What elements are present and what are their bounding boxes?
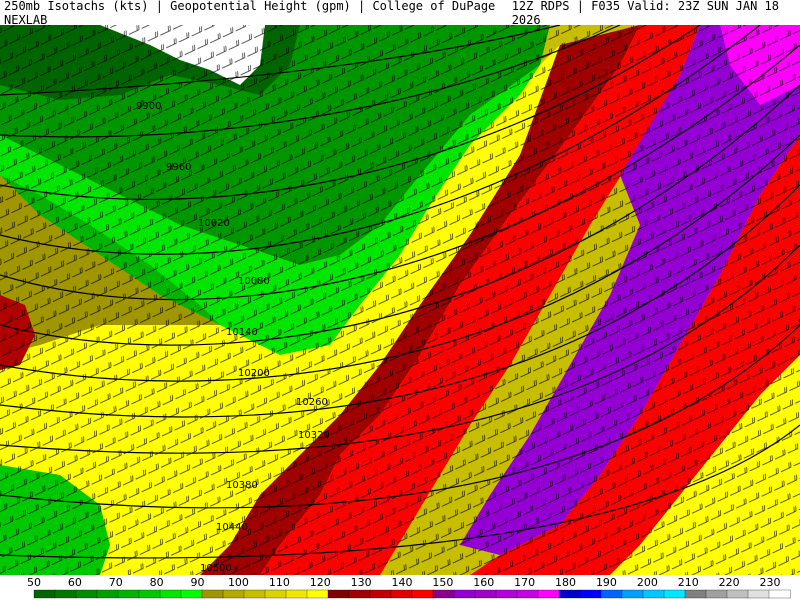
colorbar-swatch [411, 589, 434, 599]
colorbar-swatch [684, 589, 707, 599]
colorbar-label: 180 [555, 576, 576, 589]
colorbar-swatch [453, 589, 476, 599]
colorbar-label: 90 [191, 576, 205, 589]
colorbar-label: 200 [637, 576, 658, 589]
colorbar-swatch [285, 589, 308, 599]
header-left-title: 250mb Isotachs (kts) | Geopotential Heig… [4, 0, 496, 27]
isotach-colorbar: 50 60 70 80 90 100 110 120 130 140 150 160 170 180 190… [0, 575, 800, 600]
colorbar-swatch [243, 589, 266, 599]
colorbar-label: 230 [760, 576, 781, 589]
colorbar-label: 210 [678, 576, 699, 589]
colorbar-swatch [348, 589, 371, 599]
colorbar-swatch [579, 589, 602, 599]
colorbar-label: 150 [432, 576, 453, 589]
map-header: 250mb Isotachs (kts) | Geopotential Heig… [0, 0, 800, 27]
colorbar-swatch [747, 589, 770, 599]
colorbar-swatch [537, 589, 560, 599]
colorbar-swatch [138, 589, 161, 599]
colorbar-swatch [159, 589, 182, 599]
colorbar-swatch [264, 589, 287, 599]
contour-label-9960: 9960 [166, 162, 191, 173]
colorbar-labels: 50 60 70 80 90 100 110 120 130 140 150 160 170 180 190… [27, 576, 781, 589]
colorbar-swatch [495, 589, 518, 599]
colorbar-label: 170 [514, 576, 535, 589]
contour-label-10080: 10080 [238, 276, 270, 287]
colorbar-label: 50 [27, 576, 41, 589]
contour-label-10200: 10200 [238, 368, 270, 379]
colorbar-swatch [432, 589, 455, 599]
contour-label-10140: 10140 [226, 327, 258, 338]
contour-label-10380: 10380 [226, 480, 258, 491]
colorbar-swatch [96, 589, 119, 599]
colorbar-swatch [54, 589, 77, 599]
colorbar-swatch [306, 589, 329, 599]
colorbar-swatch [726, 589, 749, 599]
colorbar-swatch [327, 589, 350, 599]
contour-label-10260: 10260 [296, 397, 328, 408]
colorbar-swatch [705, 589, 728, 599]
colorbar-swatch [117, 589, 140, 599]
contour-label-10440: 10440 [216, 522, 248, 533]
colorbar-swatches [33, 589, 791, 599]
contour-label-10500: 10500 [200, 563, 232, 574]
colorbar-label: 80 [150, 576, 164, 589]
colorbar-label: 140 [392, 576, 413, 589]
colorbar-swatch [642, 589, 665, 599]
contour-label-10020: 10020 [198, 218, 230, 229]
colorbar-swatch [663, 589, 686, 599]
colorbar-label: 120 [310, 576, 331, 589]
colorbar-swatch [621, 589, 644, 599]
colorbar-swatch [180, 589, 203, 599]
colorbar-label: 110 [269, 576, 290, 589]
colorbar-swatch [222, 589, 245, 599]
colorbar-swatch [516, 589, 539, 599]
contour-label-9900: 9900 [136, 101, 161, 112]
colorbar-label: 130 [351, 576, 372, 589]
colorbar-label: 220 [719, 576, 740, 589]
colorbar-swatch [474, 589, 497, 599]
isotach-map: 9900 9960 10020 10080 10140 10200 10260 … [0, 25, 800, 575]
colorbar-label: 60 [68, 576, 82, 589]
colorbar-swatch [201, 589, 224, 599]
header-right-title: 12Z RDPS | F035 Valid: 23Z SUN JAN 18 20… [511, 0, 779, 27]
colorbar-swatch [390, 589, 413, 599]
colorbar-swatch [369, 589, 392, 599]
colorbar-swatch [768, 589, 791, 599]
colorbar-swatch [558, 589, 581, 599]
colorbar-swatch [600, 589, 623, 599]
colorbar-label: 190 [596, 576, 617, 589]
contour-label-10320: 10320 [298, 430, 330, 441]
colorbar-label: 100 [228, 576, 249, 589]
colorbar-swatch [33, 589, 56, 599]
colorbar-swatch [75, 589, 98, 599]
colorbar-label: 70 [109, 576, 123, 589]
colorbar-label: 160 [473, 576, 494, 589]
wind-barbs [0, 25, 800, 575]
